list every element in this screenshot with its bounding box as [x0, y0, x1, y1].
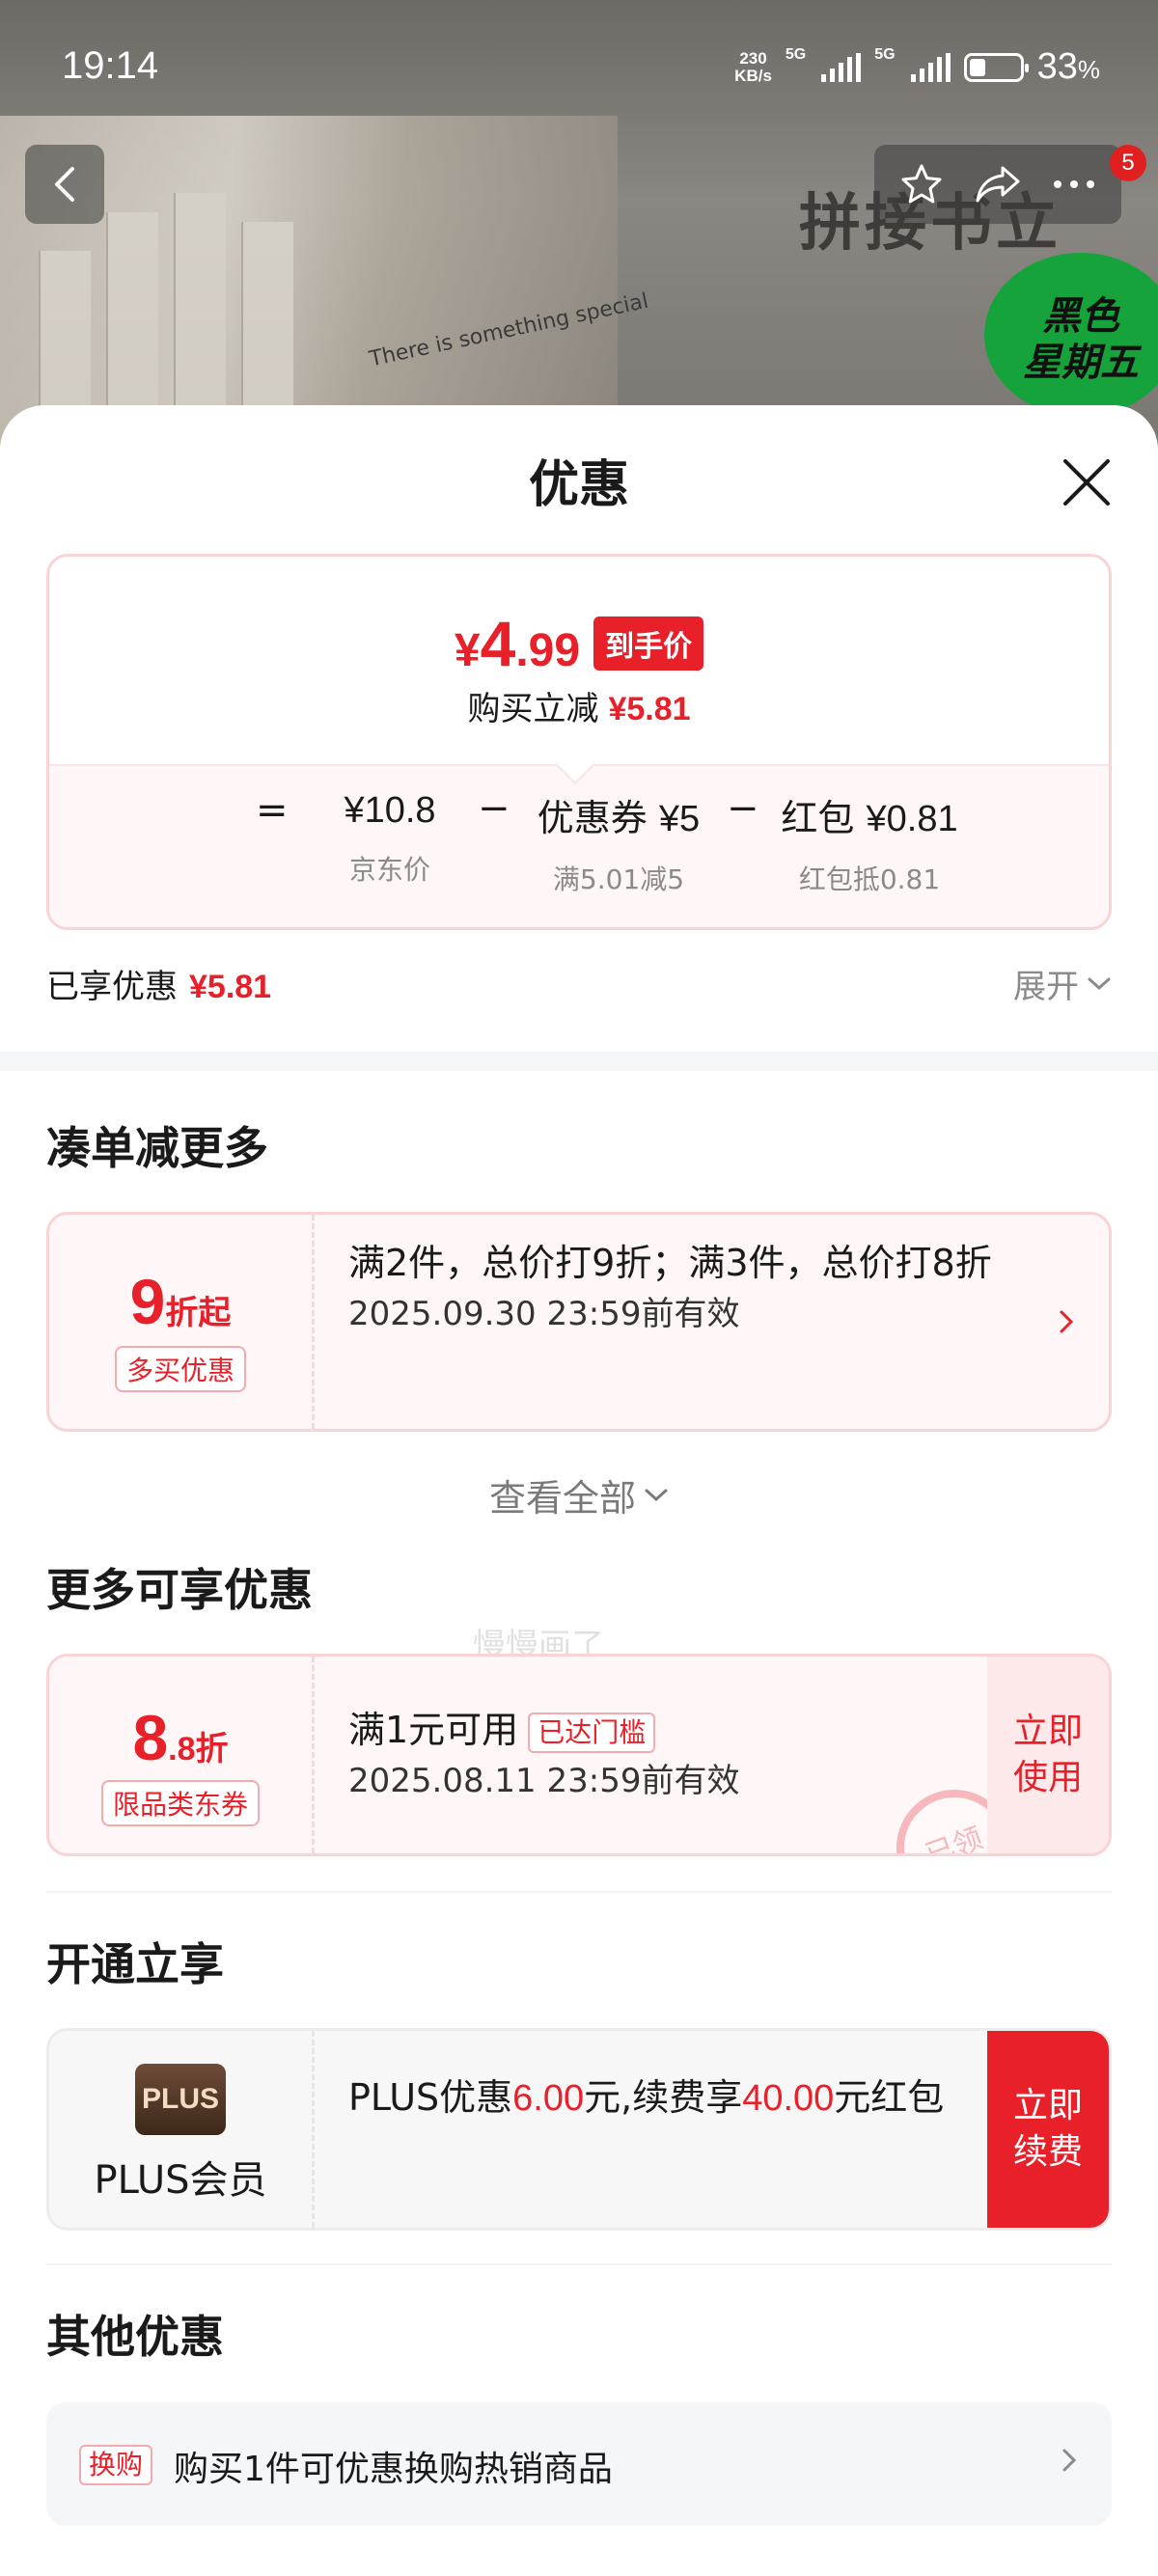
- section-title-other-offers: 其他优惠: [46, 2311, 224, 2363]
- network-type-2: 5G: [874, 46, 896, 63]
- section-title-more-offers: 更多可享优惠: [46, 1564, 313, 1616]
- threshold-met-tag: 已达门槛: [528, 1712, 656, 1753]
- jd-price: ¥10.8 京东价: [344, 790, 436, 886]
- equals-sign: =: [256, 788, 289, 833]
- chevron-right-icon: [1060, 1310, 1074, 1333]
- offer-rule: 满2件，总价打9折；满3件，总价打8折: [348, 1242, 992, 1284]
- instant-reduction: 购买立减 ¥5.81: [467, 690, 691, 728]
- discount-value: 9折起: [129, 1266, 232, 1337]
- chevron-down-icon: [645, 1489, 668, 1501]
- network-type-1: 5G: [785, 46, 807, 63]
- plus-logo: PLUS: [135, 2064, 226, 2135]
- section-title-bundle: 凑单减更多: [46, 1122, 268, 1174]
- red-packet-deduction: 红包 ¥0.81 红包抵0.81: [781, 797, 958, 895]
- back-button[interactable]: [25, 145, 104, 224]
- offer-validity: 2025.09.30 23:59前有效: [348, 1295, 740, 1333]
- offer-left-panel: 9折起 多买优惠: [49, 1215, 315, 1429]
- network-speed: 230 KB/s: [734, 48, 772, 85]
- battery-icon: [963, 52, 1029, 82]
- share-icon[interactable]: [974, 164, 1022, 205]
- divider: [46, 2263, 1112, 2265]
- coupon-category-tag: 限品类东券: [100, 1780, 260, 1826]
- expand-label: 展开: [1013, 968, 1079, 1006]
- expand-button[interactable]: 展开: [1013, 960, 1112, 1007]
- coupon-description: 满1元可用 已达门槛 2025.08.11 23:59前有效: [348, 1703, 945, 1805]
- status-bar: 19:14 230 KB/s 5G 5G 33%: [0, 0, 1158, 135]
- use-now-label: 立即 使用: [1012, 1712, 1083, 1797]
- plus-offer-text: PLUS优惠6.00元,续费享40.00元红包: [348, 2076, 945, 2119]
- view-all-button[interactable]: 查看全部: [0, 1468, 1158, 1521]
- coupon-validity: 2025.08.11 23:59前有效: [348, 1762, 740, 1800]
- enjoyed-discount: 已享优惠 ¥5.81: [46, 968, 272, 1006]
- price-summary-card: ¥4.99 到手价 购买立减 ¥5.81 = ¥10.8 京东价 − 优惠券 ¥5…: [46, 554, 1112, 930]
- notification-badge: 5: [1110, 145, 1146, 181]
- renew-now-label: 立即 续费: [1012, 2086, 1083, 2172]
- plus-member-label: PLUS会员: [94, 2158, 267, 2203]
- coupon-threshold: 满1元可用: [348, 1709, 519, 1751]
- top-actions: [874, 145, 1121, 224]
- final-price: ¥4.99: [454, 608, 581, 679]
- trade-in-offer-row[interactable]: 换购 购买1件可优惠换购热销商品: [46, 2402, 1112, 2526]
- divider: [46, 1891, 1112, 1893]
- more-icon[interactable]: [1052, 178, 1096, 190]
- coupon-discount-value: 8.8折: [132, 1702, 229, 1773]
- battery-percent: 33%: [1036, 46, 1100, 87]
- multi-buy-offer-card[interactable]: 9折起 多买优惠 满2件，总价打9折；满3件，总价打8折 2025.09.30 …: [46, 1212, 1112, 1432]
- chevron-right-icon: [1062, 2449, 1077, 2472]
- coupon-card: 8.8折 限品类东券 满1元可用 已达门槛 2025.08.11 23:59前有效…: [46, 1654, 1112, 1856]
- section-divider: [0, 1052, 1158, 1071]
- multi-buy-tag: 多买优惠: [114, 1346, 246, 1392]
- plus-left-panel: PLUS PLUS会员: [49, 2031, 315, 2228]
- offer-description: 满2件，总价打9折；满3件，总价打8折 2025.09.30 23:59前有效: [348, 1236, 1012, 1338]
- clock: 19:14: [62, 44, 159, 87]
- final-price-tag: 到手价: [593, 617, 704, 671]
- section-title-membership: 开通立享: [46, 1938, 224, 1990]
- trade-in-text: 购买1件可优惠换购热销商品: [174, 2450, 613, 2489]
- sheet-title: 优惠: [528, 456, 629, 514]
- discount-sheet: 优惠 ¥4.99 到手价 购买立减 ¥5.81 = ¥10.8 京东价 − 优惠券…: [0, 405, 1158, 2576]
- final-price-row: ¥4.99 到手价: [49, 607, 1109, 680]
- coupon-deduction: 优惠券 ¥5 满5.01减5: [537, 797, 701, 895]
- star-icon[interactable]: [899, 162, 944, 206]
- signal-icon: [821, 52, 862, 82]
- signal-icon: [910, 52, 951, 82]
- use-now-button[interactable]: 立即 使用: [987, 1657, 1109, 1853]
- black-friday-badge: 黑色 星期五: [984, 253, 1158, 417]
- coupon-left-panel: 8.8折 限品类东券: [49, 1657, 315, 1853]
- chevron-left-icon: [55, 167, 74, 202]
- chevron-down-icon: [1088, 977, 1111, 990]
- renew-now-button[interactable]: 立即 续费: [987, 2031, 1109, 2228]
- view-all-label: 查看全部: [488, 1477, 636, 1520]
- plus-membership-card: PLUS PLUS会员 PLUS优惠6.00元,续费享40.00元红包 立即 续…: [46, 2028, 1112, 2231]
- trade-in-tag: 换购: [79, 2445, 153, 2485]
- close-icon[interactable]: [1058, 453, 1116, 511]
